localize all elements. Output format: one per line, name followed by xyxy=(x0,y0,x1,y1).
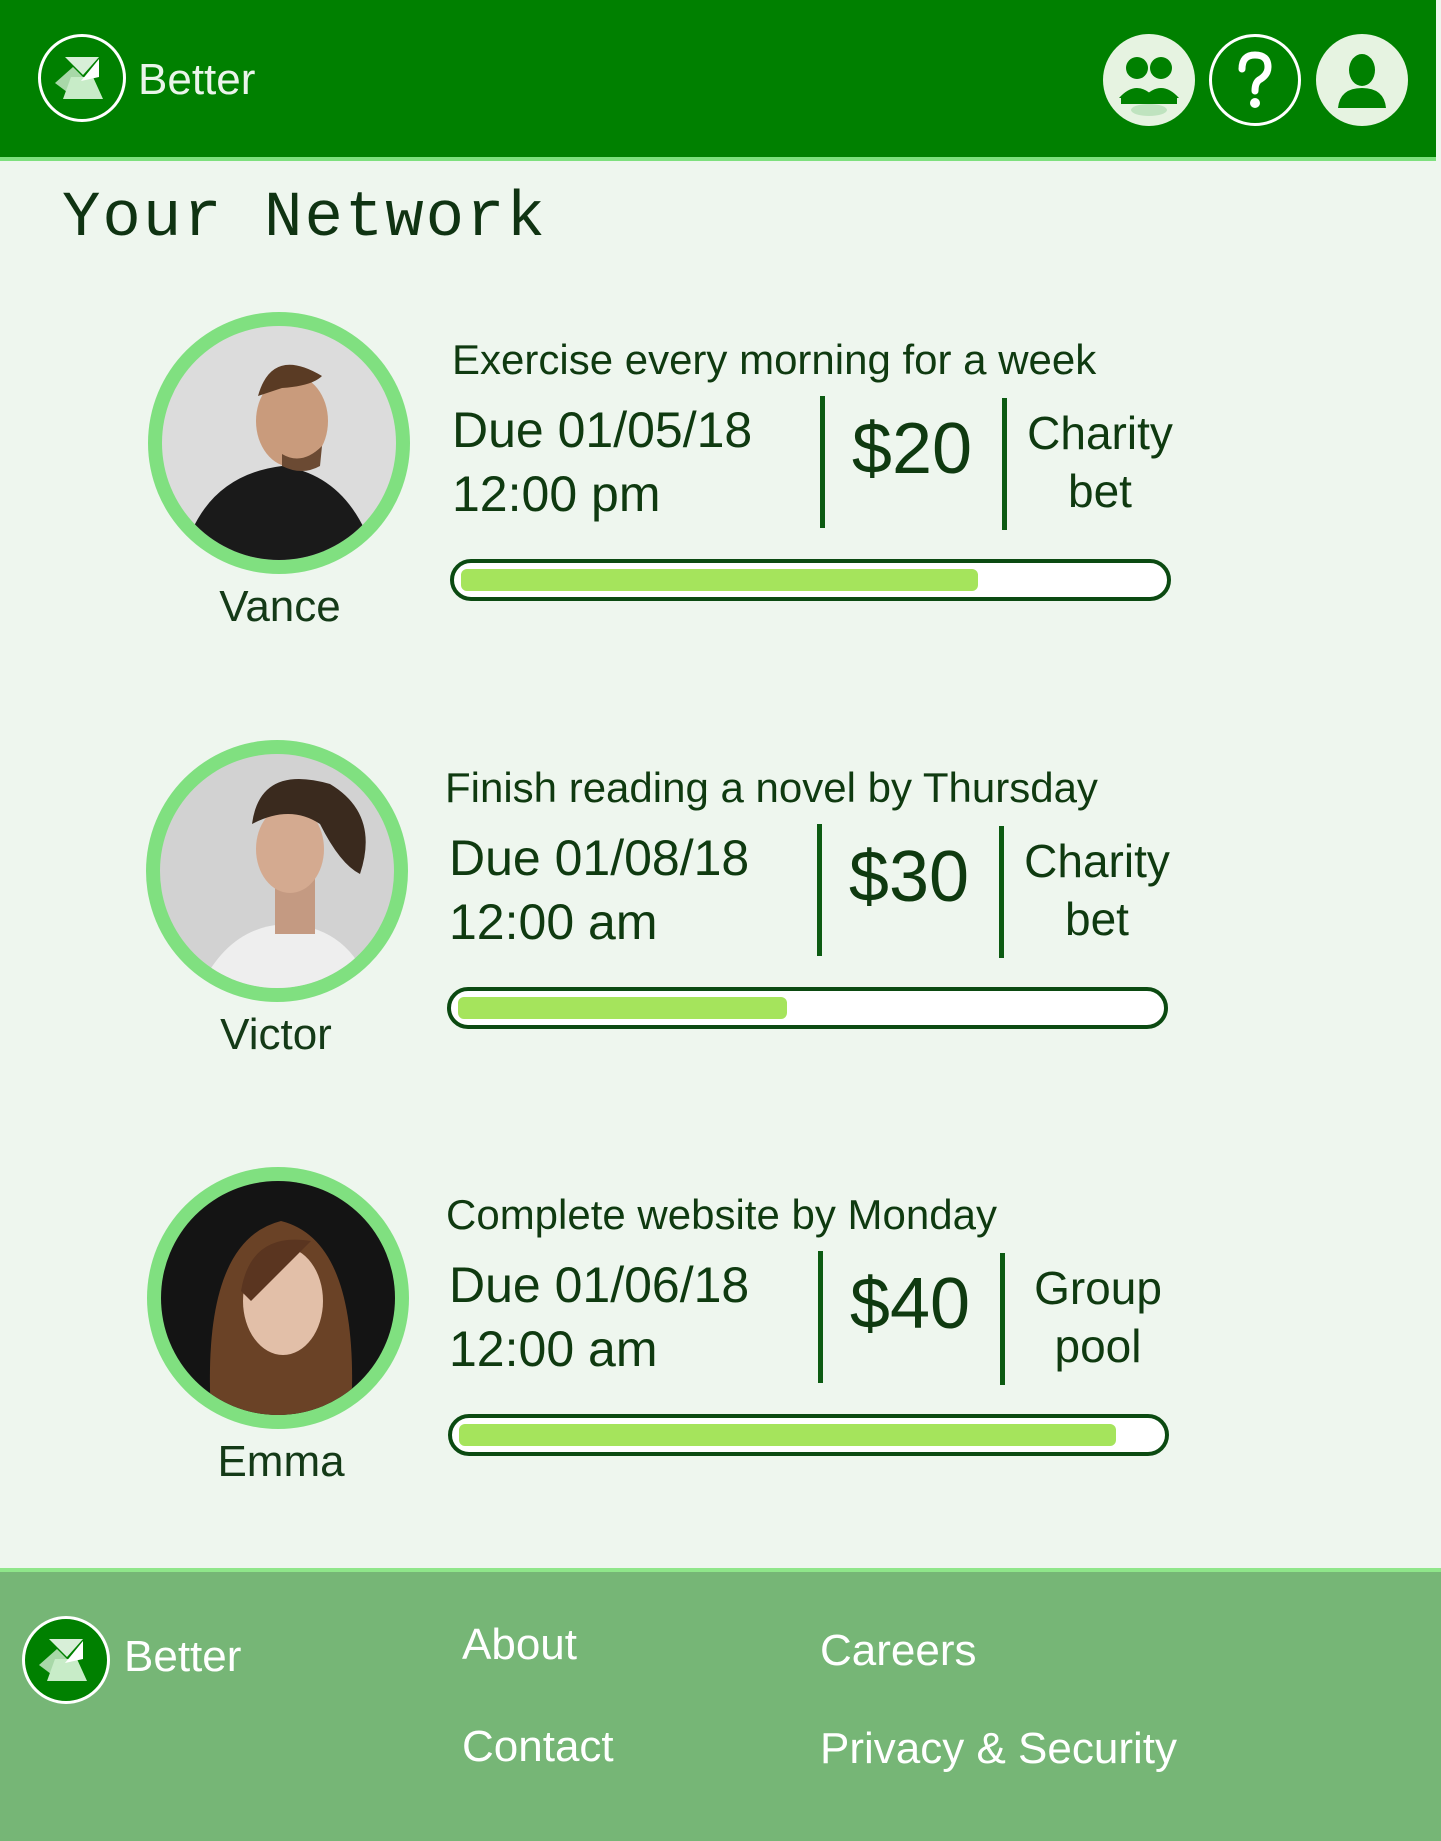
about-link[interactable]: About xyxy=(462,1620,577,1670)
bet-type-line: bet xyxy=(1068,465,1132,517)
due-date-text: Due 01/06/18 xyxy=(449,1257,750,1313)
due-time-text: 12:00 pm xyxy=(452,466,661,522)
bet-type-line: pool xyxy=(1054,1320,1142,1372)
progress-fill xyxy=(458,997,787,1019)
bet-type: Charity bet xyxy=(1005,404,1195,520)
help-icon xyxy=(1238,51,1272,108)
person-name: Vance xyxy=(219,582,341,631)
privacy-security-link[interactable]: Privacy & Security xyxy=(820,1724,1177,1774)
bet-type-line: Charity xyxy=(1027,407,1173,459)
due-date: Due 01/05/18 12:00 pm xyxy=(452,398,752,526)
network-card[interactable]: Victor Finish reading a novel by Thursda… xyxy=(0,740,1441,1070)
progress-bar xyxy=(447,987,1168,1029)
network-card[interactable]: Vance Exercise every morning for a week … xyxy=(0,312,1441,642)
person-name: Emma xyxy=(217,1437,345,1486)
bet-type-line: Charity xyxy=(1024,835,1170,887)
profile-button[interactable] xyxy=(1316,34,1408,126)
bet-type-line: bet xyxy=(1065,893,1129,945)
person-name: Victor xyxy=(220,1010,332,1059)
due-date: Due 01/06/18 12:00 am xyxy=(449,1253,749,1381)
goal-title: Complete website by Monday xyxy=(446,1191,997,1238)
victor-photo xyxy=(160,754,394,988)
network-icon xyxy=(1119,57,1179,116)
goal-title: Finish reading a novel by Thursday xyxy=(445,764,1098,811)
bet-amount: $20 xyxy=(851,409,973,489)
better-logo-icon[interactable] xyxy=(38,34,126,122)
goal-title: Exercise every morning for a week xyxy=(452,336,1097,383)
progress-bar xyxy=(448,1414,1169,1456)
avatar[interactable] xyxy=(146,740,408,1002)
due-date-text: Due 01/05/18 xyxy=(452,402,753,458)
progress-fill xyxy=(459,1424,1116,1446)
avatar[interactable] xyxy=(147,1167,409,1429)
bet-type-line: Group xyxy=(1034,1262,1162,1314)
bet-amount: $30 xyxy=(848,837,970,917)
bet-type: Charity bet xyxy=(1002,832,1192,948)
progress-bar xyxy=(450,559,1171,601)
contact-link[interactable]: Contact xyxy=(462,1722,614,1772)
footer-brand: Better xyxy=(124,1632,242,1681)
network-card[interactable]: Emma Complete website by Monday Due 01/0… xyxy=(0,1167,1441,1497)
progress-fill xyxy=(461,569,978,591)
help-button[interactable] xyxy=(1209,34,1301,126)
brand-name: Better xyxy=(138,55,256,104)
network-button[interactable] xyxy=(1103,34,1195,126)
bet-type: Group pool xyxy=(1003,1259,1193,1375)
due-date: Due 01/08/18 12:00 am xyxy=(449,826,749,954)
vance-photo xyxy=(162,326,396,560)
due-date-text: Due 01/08/18 xyxy=(449,830,750,886)
careers-link[interactable]: Careers xyxy=(820,1626,977,1676)
better-logo-icon[interactable] xyxy=(22,1616,110,1704)
emma-photo xyxy=(161,1181,395,1415)
bet-amount: $40 xyxy=(849,1264,971,1344)
due-time-text: 12:00 am xyxy=(449,894,658,950)
page-title: Your Network xyxy=(62,183,547,255)
avatar[interactable] xyxy=(148,312,410,574)
top-header: Better xyxy=(0,0,1436,161)
profile-icon xyxy=(1338,54,1386,108)
footer: Better About Contact Careers Privacy & S… xyxy=(0,1568,1441,1841)
due-time-text: 12:00 am xyxy=(449,1321,658,1377)
